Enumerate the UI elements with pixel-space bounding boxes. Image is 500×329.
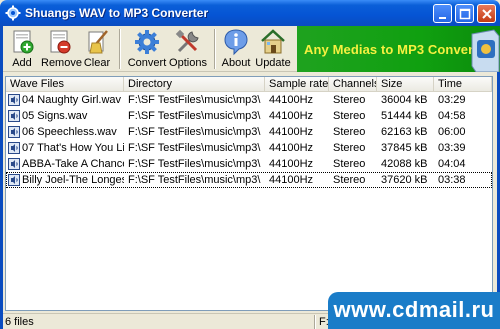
table-row[interactable]: 06 Speechless.wav F:\SF TestFiles\music\m…	[6, 124, 492, 140]
cell-size: 62163 kB	[381, 126, 428, 138]
file-list[interactable]: Wave Files Directory Sample rate Channel…	[5, 76, 493, 311]
update-button[interactable]: Update	[255, 27, 291, 71]
about-label: About	[221, 57, 251, 69]
cell-time: 03:29	[438, 94, 466, 106]
title-bar[interactable]: Shuangs WAV to MP3 Converter	[0, 0, 500, 26]
promo-banner[interactable]: Any Medias to MP3 Converter	[297, 26, 500, 72]
cell-wave-file: 05 Signs.wav	[22, 110, 88, 122]
update-label: Update	[255, 57, 291, 69]
close-icon	[482, 9, 492, 19]
cell-wave-file: Billy Joel-The Longest Ti...	[22, 174, 124, 186]
cell-directory: F:\SF TestFiles\music\mp3\	[128, 174, 261, 186]
status-separator	[314, 315, 316, 329]
add-file-icon	[13, 30, 34, 54]
column-header-channels[interactable]: Channels	[329, 77, 377, 92]
column-header-size[interactable]: Size	[377, 77, 434, 92]
gear-icon	[5, 5, 21, 21]
table-row[interactable]: ABBA-Take A Chance O... F:\SF TestFiles\m…	[6, 156, 492, 172]
column-header-wave-files[interactable]: Wave Files	[6, 77, 124, 92]
remove-button[interactable]: Remove	[41, 27, 82, 71]
cell-directory: F:\SF TestFiles\music\mp3\	[128, 126, 261, 138]
convert-button[interactable]: Convert	[127, 27, 167, 71]
table-row[interactable]: 07 That's How You Like ... F:\SF TestFile…	[6, 140, 492, 156]
cell-time: 06:00	[438, 126, 466, 138]
cell-sample-rate: 44100Hz	[269, 94, 314, 106]
window-title: Shuangs WAV to MP3 Converter	[25, 6, 209, 20]
column-header-directory[interactable]: Directory	[124, 77, 265, 92]
cell-channels: Stereo	[333, 174, 366, 186]
cell-sample-rate: 44100Hz	[269, 142, 314, 154]
toolbar-separator	[214, 29, 216, 69]
cell-size: 42088 kB	[381, 158, 428, 170]
column-header-sample-rate[interactable]: Sample rate	[265, 77, 329, 92]
cell-directory: F:\SF TestFiles\music\mp3\	[128, 142, 261, 154]
cell-time: 04:58	[438, 110, 466, 122]
cell-channels: Stereo	[333, 142, 366, 154]
wav-file-icon	[8, 94, 20, 106]
banner-text: Any Medias to MP3 Converter	[304, 42, 491, 57]
cell-time: 03:38	[438, 174, 466, 186]
cell-sample-rate: 44100Hz	[269, 126, 314, 138]
close-button[interactable]	[477, 4, 496, 23]
maximize-icon	[459, 8, 471, 20]
cell-size: 36004 kB	[381, 94, 428, 106]
column-header-time[interactable]: Time	[434, 77, 492, 92]
broom-icon	[88, 30, 108, 54]
wav-file-icon	[8, 126, 20, 138]
add-button[interactable]: Add	[5, 27, 39, 71]
cell-wave-file: ABBA-Take A Chance O...	[22, 158, 124, 170]
convert-label: Convert	[127, 57, 167, 69]
cell-time: 03:39	[438, 142, 466, 154]
remove-label: Remove	[41, 57, 82, 69]
info-icon	[224, 29, 248, 56]
maximize-button[interactable]	[455, 4, 474, 23]
minimize-icon	[439, 17, 446, 19]
minimize-button[interactable]	[433, 4, 452, 23]
cell-directory: F:\SF TestFiles\music\mp3\	[128, 110, 261, 122]
clear-label: Clear	[83, 57, 111, 69]
cell-wave-file: 06 Speechless.wav	[22, 126, 117, 138]
wav-file-icon	[8, 142, 20, 154]
clear-button[interactable]: Clear	[81, 27, 113, 71]
options-label: Options	[169, 57, 207, 69]
file-count: 6 files	[5, 316, 34, 328]
cell-sample-rate: 44100Hz	[269, 110, 314, 122]
about-button[interactable]: About	[221, 27, 251, 71]
cell-channels: Stereo	[333, 94, 366, 106]
options-button[interactable]: Options	[169, 27, 207, 71]
cell-sample-rate: 44100Hz	[269, 158, 314, 170]
table-row[interactable]: 04 Naughty Girl.wav F:\SF TestFiles\music…	[6, 92, 492, 108]
cell-wave-file: 07 That's How You Like ...	[22, 142, 124, 154]
toolbar-separator	[119, 29, 121, 69]
house-icon	[261, 29, 285, 54]
cell-size: 37620 kB	[381, 174, 428, 186]
cell-channels: Stereo	[333, 110, 366, 122]
cell-channels: Stereo	[333, 126, 366, 138]
cell-size: 51444 kB	[381, 110, 428, 122]
product-box-icon	[471, 29, 500, 72]
remove-file-icon	[50, 30, 71, 54]
cell-directory: F:\SF TestFiles\music\mp3\	[128, 158, 261, 170]
cell-channels: Stereo	[333, 158, 366, 170]
table-row[interactable]: 05 Signs.wav F:\SF TestFiles\music\mp3\ 44…	[6, 108, 492, 124]
table-row[interactable]: Billy Joel-The Longest Ti... F:\SF TestFi…	[6, 172, 492, 188]
wav-file-icon	[8, 110, 20, 122]
watermark-logo: www.cdmail.ru	[328, 292, 500, 329]
wav-file-icon	[8, 174, 20, 186]
list-header: Wave Files Directory Sample rate Channel…	[6, 77, 492, 92]
cell-sample-rate: 44100Hz	[269, 174, 314, 186]
tools-icon	[175, 29, 199, 53]
wav-file-icon	[8, 158, 20, 170]
toolbar: Add Remove Clear Convert Options About U…	[3, 26, 500, 72]
add-label: Add	[12, 57, 32, 69]
cell-wave-file: 04 Naughty Girl.wav	[22, 94, 122, 106]
cell-directory: F:\SF TestFiles\music\mp3\	[128, 94, 261, 106]
cell-time: 04:04	[438, 158, 466, 170]
cell-size: 37845 kB	[381, 142, 428, 154]
gear-icon	[135, 30, 159, 54]
